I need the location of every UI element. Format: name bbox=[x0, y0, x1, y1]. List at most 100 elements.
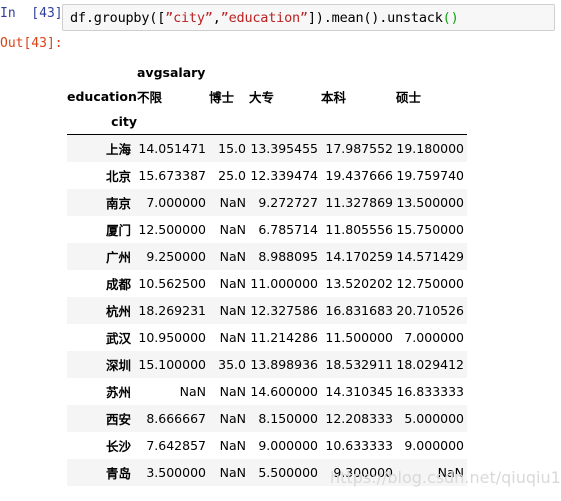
table-cell-value: 13.520202 bbox=[325, 275, 393, 291]
table-row-city: 深圳 bbox=[105, 357, 131, 373]
table-cell-value: 10.950000 bbox=[138, 329, 206, 345]
table-cell-value: 9.250000 bbox=[146, 248, 206, 264]
table-cell-value: 19.759740 bbox=[396, 167, 465, 183]
header-column-index-name: education bbox=[67, 88, 137, 104]
table-cell-value: NaN bbox=[179, 383, 206, 399]
code-token-string-education: ”education” bbox=[220, 9, 308, 26]
table-row-city: 南京 bbox=[105, 195, 131, 211]
table-cell-value: 12.750000 bbox=[396, 275, 465, 291]
table-row: 杭州 18.269231 NaN 12.327586 16.831683 20.71052… bbox=[67, 296, 468, 324]
table-cell-value: 14.571429 bbox=[396, 248, 465, 264]
table-cell-value: 13.898936 bbox=[250, 356, 318, 372]
table-cell-value: 9.272727 bbox=[258, 194, 318, 210]
table-row-city: 青岛 bbox=[105, 465, 131, 481]
header-col-buxian: 不限 bbox=[137, 89, 163, 105]
table-cell-value: 18.269231 bbox=[138, 302, 206, 318]
table-row-city: 长沙 bbox=[105, 438, 131, 454]
table-row: 南京 7.000000 NaN 9.272727 11.327869 13.500000 bbox=[67, 188, 468, 216]
table-cell-value: 7.642857 bbox=[146, 437, 206, 453]
table-cell-value: NaN bbox=[219, 275, 246, 291]
table-cell-value: 25.0 bbox=[218, 167, 246, 183]
table-row: 广州 9.250000 NaN 8.988095 14.170259 14.571429 bbox=[67, 242, 468, 270]
table-cell-value: 12.327586 bbox=[250, 302, 318, 318]
dataframe-body: 上海 14.051471 15.0 13.395455 17.987552 19.1800… bbox=[67, 134, 468, 486]
dataframe-table: avgsalary education 不限 博士 大专 本科 硕士 city … bbox=[67, 61, 468, 486]
header-col-dazhuan: 大专 bbox=[249, 89, 275, 105]
table-cell-value: NaN bbox=[219, 302, 246, 318]
table-cell-value: 11.000000 bbox=[250, 275, 318, 291]
header-col-boshi: 博士 bbox=[209, 89, 235, 105]
table-row: 北京 15.673387 25.0 12.339474 19.437666 19.7597… bbox=[67, 162, 467, 189]
header-col-shuoshi: 硕士 bbox=[396, 89, 422, 105]
table-row: 青岛 3.500000 NaN 5.500000 9.300000 NaN bbox=[67, 458, 468, 486]
table-row: 长沙 7.642857 NaN 9.000000 10.633333 9.000000 bbox=[67, 432, 467, 459]
table-cell-value: 15.673387 bbox=[138, 167, 206, 183]
code-token-string-city: ”city” bbox=[165, 9, 213, 26]
header-value-group-label: avgsalary bbox=[137, 64, 206, 80]
header-corner-blank bbox=[67, 61, 137, 83]
table-cell-value: 11.805556 bbox=[325, 221, 393, 237]
table-cell-value: NaN bbox=[219, 410, 246, 426]
table-cell-value: 19.180000 bbox=[396, 140, 465, 156]
header-rule-cell-2 bbox=[209, 109, 249, 135]
code-token-chained-calls: ]).mean().unstack bbox=[307, 9, 443, 26]
table-cell-value: 11.500000 bbox=[325, 329, 393, 345]
header-row-index-name: city bbox=[67, 109, 468, 135]
header-col-benke: 本科 bbox=[321, 89, 347, 105]
table-cell-value: 17.987552 bbox=[325, 140, 393, 156]
table-row: 上海 14.051471 15.0 13.395455 17.987552 19.1800… bbox=[67, 134, 468, 162]
table-cell-value: 11.214286 bbox=[250, 329, 318, 345]
table-cell-value: 18.029412 bbox=[396, 356, 465, 372]
table-cell-value: 13.500000 bbox=[396, 194, 465, 210]
dataframe-output: avgsalary education 不限 博士 大专 本科 硕士 city … bbox=[67, 61, 468, 486]
table-cell-value: 12.208333 bbox=[325, 410, 393, 426]
table-cell-value: 12.339474 bbox=[250, 167, 318, 183]
table-cell-value: 5.500000 bbox=[258, 464, 318, 480]
table-cell-value: 10.633333 bbox=[325, 437, 393, 453]
table-row-city: 成都 bbox=[105, 276, 131, 292]
table-cell-value: 7.000000 bbox=[404, 329, 465, 345]
table-cell-value: 6.785714 bbox=[258, 221, 318, 237]
dataframe-header: avgsalary education 不限 博士 大专 本科 硕士 city bbox=[67, 61, 468, 135]
table-cell-value: NaN bbox=[219, 329, 246, 345]
table-cell-value: 9.000000 bbox=[258, 437, 318, 453]
table-row-city: 杭州 bbox=[105, 303, 131, 319]
table-cell-value: 15.0 bbox=[218, 140, 246, 156]
header-rule-cell-4 bbox=[321, 109, 396, 135]
table-cell-value: NaN bbox=[219, 221, 246, 237]
table-cell-value: NaN bbox=[219, 437, 246, 453]
table-cell-value: NaN bbox=[219, 248, 246, 264]
table-row: 厦门 12.500000 NaN 6.785714 11.805556 15.750000 bbox=[67, 216, 467, 243]
table-cell-value: 14.600000 bbox=[250, 383, 318, 399]
header-row-value-group: avgsalary bbox=[67, 61, 467, 83]
header-row-column-names: education 不限 博士 大专 本科 硕士 bbox=[67, 83, 467, 109]
table-row: 武汉 10.950000 NaN 11.214286 11.500000 7.000000 bbox=[67, 324, 467, 351]
table-cell-value: NaN bbox=[219, 464, 246, 480]
table-cell-value: 35.0 bbox=[218, 356, 246, 372]
code-line[interactable]: df.groupby([”city”,”education”]).mean().… bbox=[70, 10, 459, 26]
header-rule-cell-5 bbox=[396, 109, 468, 135]
table-cell-value: 13.395455 bbox=[250, 140, 318, 156]
table-row-city: 广州 bbox=[105, 249, 131, 265]
table-row-city: 厦门 bbox=[105, 222, 131, 238]
table-cell-value: 8.988095 bbox=[258, 248, 318, 264]
table-cell-value: 7.000000 bbox=[146, 194, 206, 210]
table-cell-value: 16.833333 bbox=[396, 383, 465, 399]
table-cell-value: 8.150000 bbox=[258, 410, 318, 426]
table-row-city: 上海 bbox=[105, 141, 131, 157]
table-cell-value: 10.562500 bbox=[138, 275, 206, 291]
table-cell-value: 16.831683 bbox=[325, 302, 393, 318]
table-cell-value: NaN bbox=[219, 194, 246, 210]
input-cell: In [43]: df.groupby([”city”,”education”]… bbox=[0, 0, 561, 31]
table-cell-value: NaN bbox=[437, 464, 465, 480]
table-row: 西安 8.666667 NaN 8.150000 12.208333 5.000000 bbox=[67, 404, 468, 432]
code-editor[interactable]: df.groupby([”city”,”education”]).mean().… bbox=[62, 4, 555, 31]
input-prompt-label: In [43]: bbox=[0, 6, 71, 21]
table-cell-value: 18.532911 bbox=[325, 356, 393, 372]
table-cell-value: 19.437666 bbox=[325, 167, 393, 183]
table-row-city: 武汉 bbox=[105, 330, 131, 346]
table-cell-value: 14.170259 bbox=[325, 248, 393, 264]
code-token-comma: , bbox=[212, 9, 221, 26]
table-row-city: 苏州 bbox=[105, 384, 131, 400]
table-cell-value: 20.710526 bbox=[396, 302, 465, 318]
